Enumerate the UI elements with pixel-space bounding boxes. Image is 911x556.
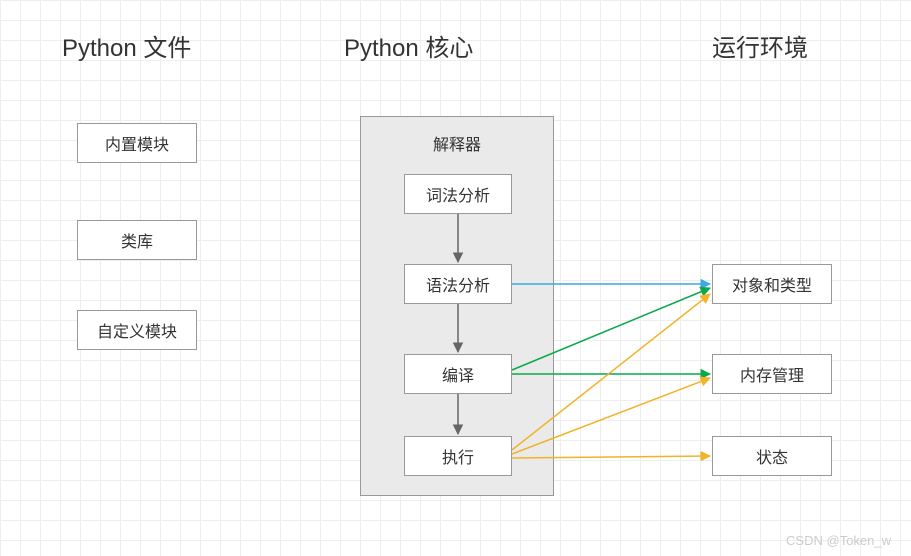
box-lex: 词法分析 (404, 174, 512, 214)
watermark: CSDN @Token_w (786, 533, 891, 548)
box-compile: 编译 (404, 354, 512, 394)
box-memory: 内存管理 (712, 354, 832, 394)
header-runtime: 运行环境 (712, 28, 808, 63)
box-parse: 语法分析 (404, 264, 512, 304)
header-files: Python 文件 (62, 28, 191, 63)
box-library: 类库 (77, 220, 197, 260)
box-state: 状态 (712, 436, 832, 476)
box-builtin-module: 内置模块 (77, 123, 197, 163)
box-execute: 执行 (404, 436, 512, 476)
box-custom-module: 自定义模块 (77, 310, 197, 350)
box-objects-types: 对象和类型 (712, 264, 832, 304)
interpreter-title: 解释器 (361, 131, 553, 155)
header-core: Python 核心 (344, 28, 473, 63)
